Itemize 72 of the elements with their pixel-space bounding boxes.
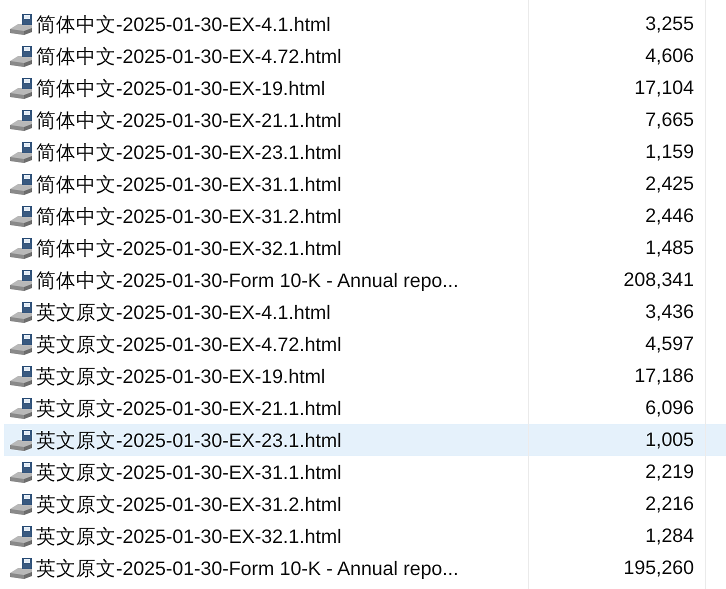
file-size: 4,597 bbox=[644, 332, 695, 356]
drive-icon bbox=[8, 76, 34, 100]
file-row[interactable]: 英文原文-2025-01-30-EX-4.1.html 3,436 bbox=[4, 296, 726, 328]
file-name: 英文原文-2025-01-30-EX-19.html bbox=[36, 364, 326, 390]
file-row[interactable]: 英文原文-2025-01-30-EX-31.1.html 2,219 bbox=[4, 456, 726, 488]
drive-icon bbox=[8, 428, 34, 452]
file-row[interactable]: 英文原文-2025-01-30-EX-4.72.html 4,597 bbox=[4, 328, 726, 360]
drive-icon bbox=[8, 172, 34, 196]
drive-icon bbox=[8, 268, 34, 292]
drive-icon bbox=[8, 300, 34, 324]
file-row[interactable]: 英文原文-2025-01-30-EX-19.html 17,186 bbox=[4, 360, 726, 392]
file-name: 英文原文-2025-01-30-EX-32.1.html bbox=[36, 524, 342, 550]
file-row[interactable]: 英文原文-2025-01-30-EX-32.1.html 1,284 bbox=[4, 520, 726, 552]
file-row[interactable]: 简体中文-2025-01-30-EX-4.72.html 4,606 bbox=[4, 40, 726, 72]
file-size: 2,219 bbox=[644, 460, 695, 484]
file-name: 简体中文-2025-01-30-EX-32.1.html bbox=[36, 236, 342, 262]
file-name: 简体中文-2025-01-30-EX-31.1.html bbox=[36, 172, 342, 198]
file-size: 208,341 bbox=[622, 268, 695, 292]
file-name: 简体中文-2025-01-30-Form 10-K - Annual repo... bbox=[36, 268, 459, 294]
file-name: 英文原文-2025-01-30-EX-31.1.html bbox=[36, 460, 342, 486]
file-size: 3,255 bbox=[644, 12, 695, 36]
file-name: 简体中文-2025-01-30-EX-19.html bbox=[36, 76, 326, 102]
file-size: 4,606 bbox=[644, 44, 695, 68]
drive-icon bbox=[8, 556, 34, 580]
file-row[interactable]: 英文原文-2025-01-30-Form 10-K - Annual repo... 195,260 bbox=[4, 552, 726, 584]
file-size: 2,216 bbox=[644, 492, 695, 516]
drive-icon bbox=[8, 108, 34, 132]
file-name: 英文原文-2025-01-30-Form 10-K - Annual repo... bbox=[36, 556, 459, 582]
file-size: 3,436 bbox=[644, 300, 695, 324]
drive-icon bbox=[8, 12, 34, 36]
drive-icon bbox=[8, 364, 34, 388]
file-row[interactable]: 英文原文-2025-01-30-EX-21.1.html 6,096 bbox=[4, 392, 726, 424]
drive-icon bbox=[8, 140, 34, 164]
file-row[interactable]: 简体中文-2025-01-30-EX-31.1.html 2,425 bbox=[4, 168, 726, 200]
file-size: 2,446 bbox=[644, 204, 695, 228]
file-name: 简体中文-2025-01-30-EX-21.1.html bbox=[36, 108, 342, 134]
file-name: 英文原文-2025-01-30-EX-21.1.html bbox=[36, 396, 342, 422]
file-size: 195,260 bbox=[622, 556, 695, 580]
file-row[interactable]: 英文原文-2025-01-30-EX-23.1.html 1,005 bbox=[4, 424, 726, 456]
drive-icon bbox=[8, 332, 34, 356]
file-size: 2,425 bbox=[644, 172, 695, 196]
file-size: 7,665 bbox=[644, 108, 695, 132]
file-size: 17,104 bbox=[633, 76, 695, 100]
file-size: 1,005 bbox=[644, 428, 695, 452]
file-name: 英文原文-2025-01-30-EX-4.72.html bbox=[36, 332, 342, 358]
drive-icon bbox=[8, 204, 34, 228]
file-row[interactable]: 英文原文-2025-01-30-EX-31.2.html 2,216 bbox=[4, 488, 726, 520]
file-name: 简体中文-2025-01-30-EX-31.2.html bbox=[36, 204, 342, 230]
file-row[interactable]: 简体中文-2025-01-30-EX-19.html 17,104 bbox=[4, 72, 726, 104]
drive-icon bbox=[8, 396, 34, 420]
file-name: 简体中文-2025-01-30-EX-4.1.html bbox=[36, 12, 331, 38]
drive-icon bbox=[8, 460, 34, 484]
file-row[interactable]: 简体中文-2025-01-30-EX-4.1.html 3,255 bbox=[4, 8, 726, 40]
drive-icon bbox=[8, 44, 34, 68]
file-name: 英文原文-2025-01-30-EX-31.2.html bbox=[36, 492, 342, 518]
file-row[interactable]: 简体中文-2025-01-30-EX-32.1.html 1,485 bbox=[4, 232, 726, 264]
file-row[interactable]: 简体中文-2025-01-30-Form 10-K - Annual repo... 208,341 bbox=[4, 264, 726, 296]
file-name: 英文原文-2025-01-30-EX-23.1.html bbox=[36, 428, 342, 454]
file-name: 简体中文-2025-01-30-EX-4.72.html bbox=[36, 44, 342, 70]
file-size: 1,485 bbox=[644, 236, 695, 260]
drive-icon bbox=[8, 236, 34, 260]
file-size: 17,186 bbox=[633, 364, 695, 388]
file-row[interactable]: 简体中文-2025-01-30-EX-21.1.html 7,665 bbox=[4, 104, 726, 136]
file-size: 1,159 bbox=[644, 140, 695, 164]
file-name: 英文原文-2025-01-30-EX-4.1.html bbox=[36, 300, 331, 326]
drive-icon bbox=[8, 524, 34, 548]
drive-icon bbox=[8, 492, 34, 516]
file-name: 简体中文-2025-01-30-EX-23.1.html bbox=[36, 140, 342, 166]
file-size: 1,284 bbox=[644, 524, 695, 548]
file-row[interactable]: 简体中文-2025-01-30-EX-23.1.html 1,159 bbox=[4, 136, 726, 168]
file-size: 6,096 bbox=[644, 396, 695, 420]
file-row[interactable]: 简体中文-2025-01-30-EX-31.2.html 2,446 bbox=[4, 200, 726, 232]
